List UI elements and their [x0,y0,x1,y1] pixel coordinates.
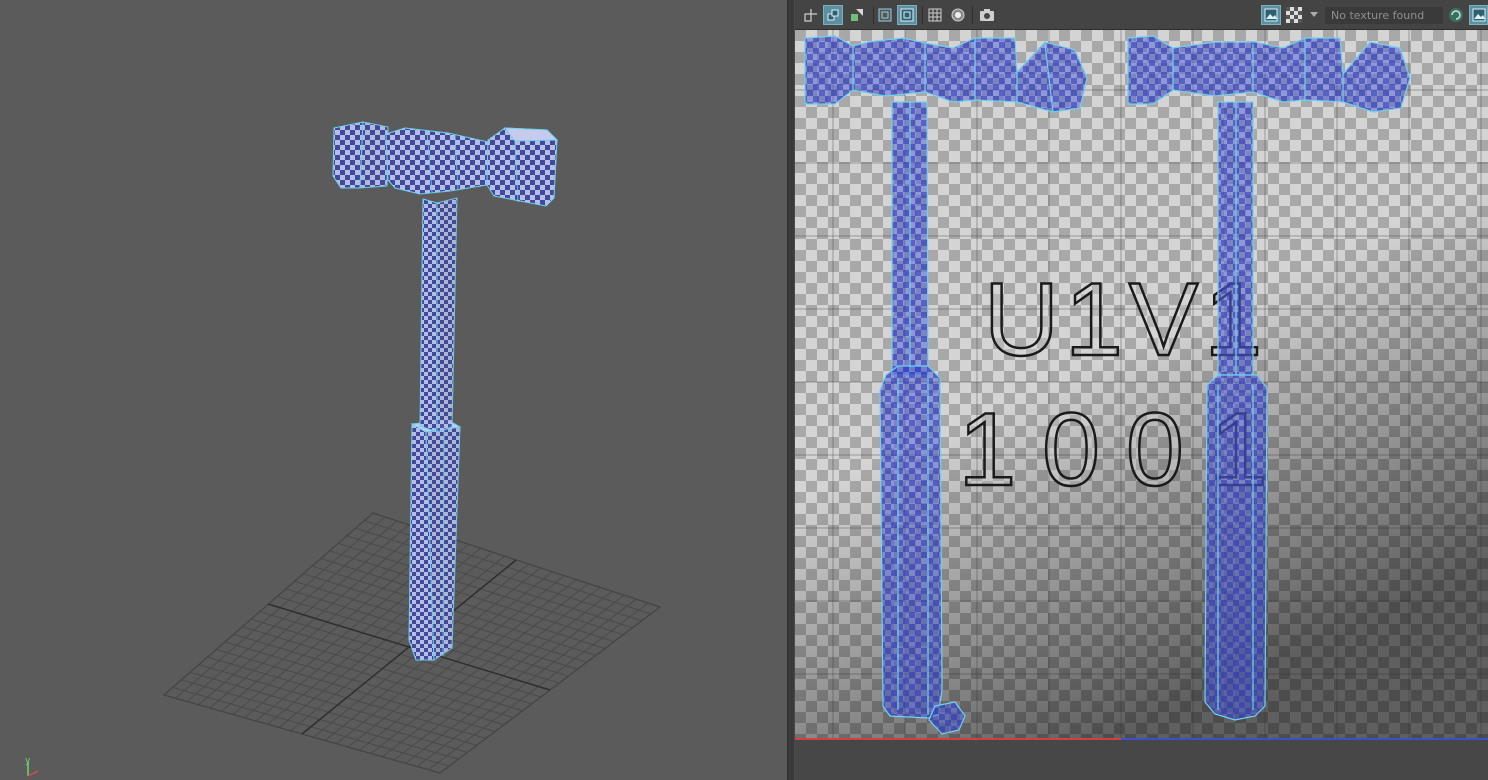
hammer-shaft [419,197,458,433]
image-toggle-icon[interactable] [1469,5,1488,25]
uv-bottom-region[interactable] [795,740,1488,780]
uv-shading-icon[interactable] [847,5,867,25]
hammer-head [332,121,559,207]
axis-gizmo: y [25,756,39,777]
image-display-icon[interactable] [1261,5,1281,25]
viewport-scene: y [25,121,662,777]
checker-map-icon[interactable] [1284,5,1304,25]
refresh-icon[interactable] [1446,5,1466,25]
panel-divider[interactable] [787,0,795,780]
uv-editor-panel: No texture found U1V1 1001 [795,0,1488,780]
pixel-snap-icon[interactable] [925,5,945,25]
axis-y-label: y [25,756,31,766]
dropdown-arrow-icon[interactable] [1307,5,1321,25]
texture-status-field: No texture found [1325,7,1443,24]
snapshot-icon[interactable] [977,5,997,25]
hammer-grip [408,419,462,661]
frame-all-icon[interactable] [897,5,917,25]
uv-canvas[interactable]: U1V1 1001 [795,30,1488,780]
display-options-icon[interactable] [948,5,968,25]
uv-toolbar: No texture found [795,0,1488,30]
3d-viewport[interactable]: y [0,0,787,780]
grid-toggle-icon[interactable] [801,5,821,25]
uv-shell-icon[interactable] [823,5,843,25]
frame-selection-icon[interactable] [875,5,895,25]
